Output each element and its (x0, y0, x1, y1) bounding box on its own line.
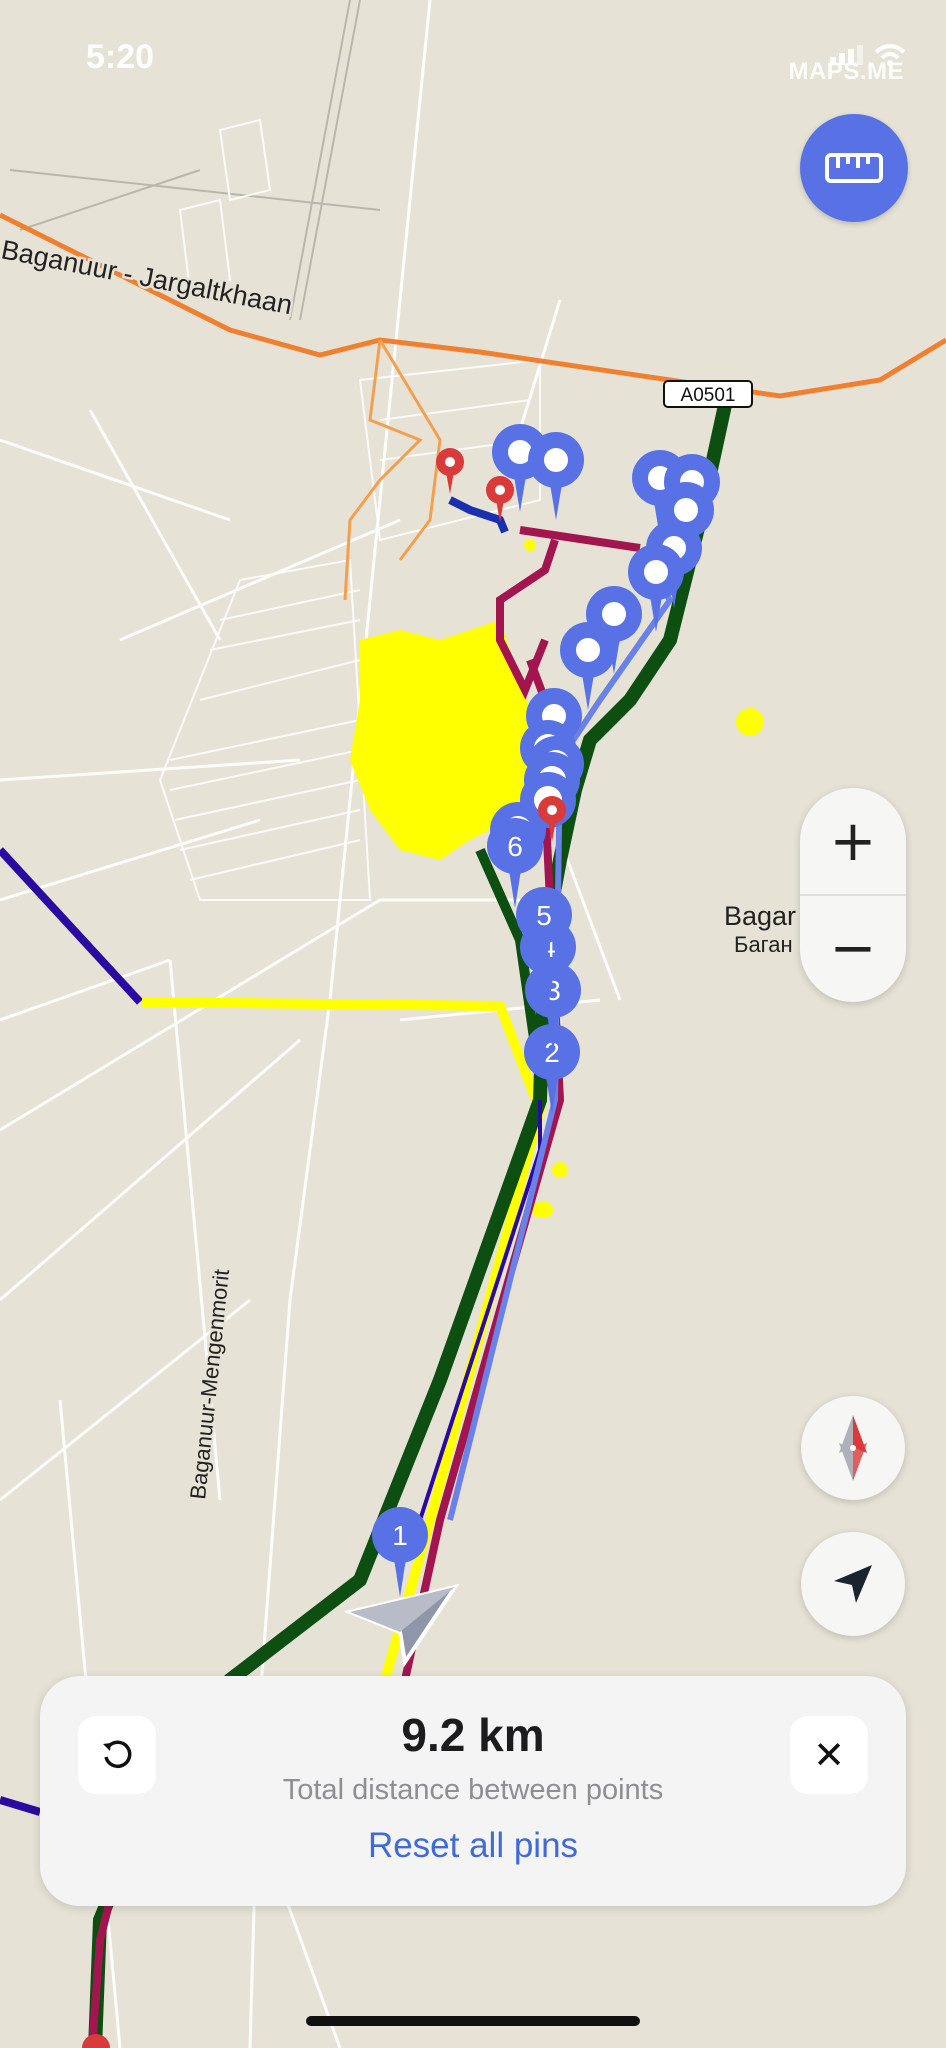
close-button[interactable]: ✕ (790, 1716, 868, 1794)
ruler-button[interactable] (800, 114, 908, 222)
distance-panel: 9.2 km Total distance between points Res… (40, 1676, 906, 1906)
compass-icon (839, 1415, 867, 1481)
zoom-in-button[interactable]: + (800, 788, 906, 895)
pin-number: 5 (536, 900, 552, 931)
home-indicator (306, 2016, 640, 2026)
total-distance: 9.2 km (401, 1709, 545, 1761)
zoom-out-button[interactable]: − (800, 895, 906, 1002)
city-label-latin: Bagar (724, 901, 796, 931)
reset-all-pins-link[interactable]: Reset all pins (40, 1826, 906, 1866)
road-shield: A0501 (663, 380, 753, 408)
yellow-dot (532, 1202, 548, 1218)
yellow-dot (736, 708, 764, 736)
svg-text:A0501: A0501 (681, 385, 736, 406)
status-time: 5:20 (86, 38, 155, 76)
yellow-dot (552, 1162, 568, 1178)
location-arrow-icon (834, 1565, 872, 1603)
distance-subtitle: Total distance between points (282, 1774, 664, 1806)
compass-button[interactable] (801, 1396, 905, 1500)
pin-number: 6 (507, 831, 523, 862)
pin-number: 1 (392, 1520, 408, 1551)
ruler-icon (825, 153, 883, 183)
city-label-cyrillic: Баган (734, 932, 793, 957)
route-dot (524, 539, 536, 551)
my-location-button[interactable] (801, 1532, 905, 1636)
maps-me-logo: MAPS.ME (788, 58, 904, 85)
zoom-controls: + − (800, 788, 906, 1002)
